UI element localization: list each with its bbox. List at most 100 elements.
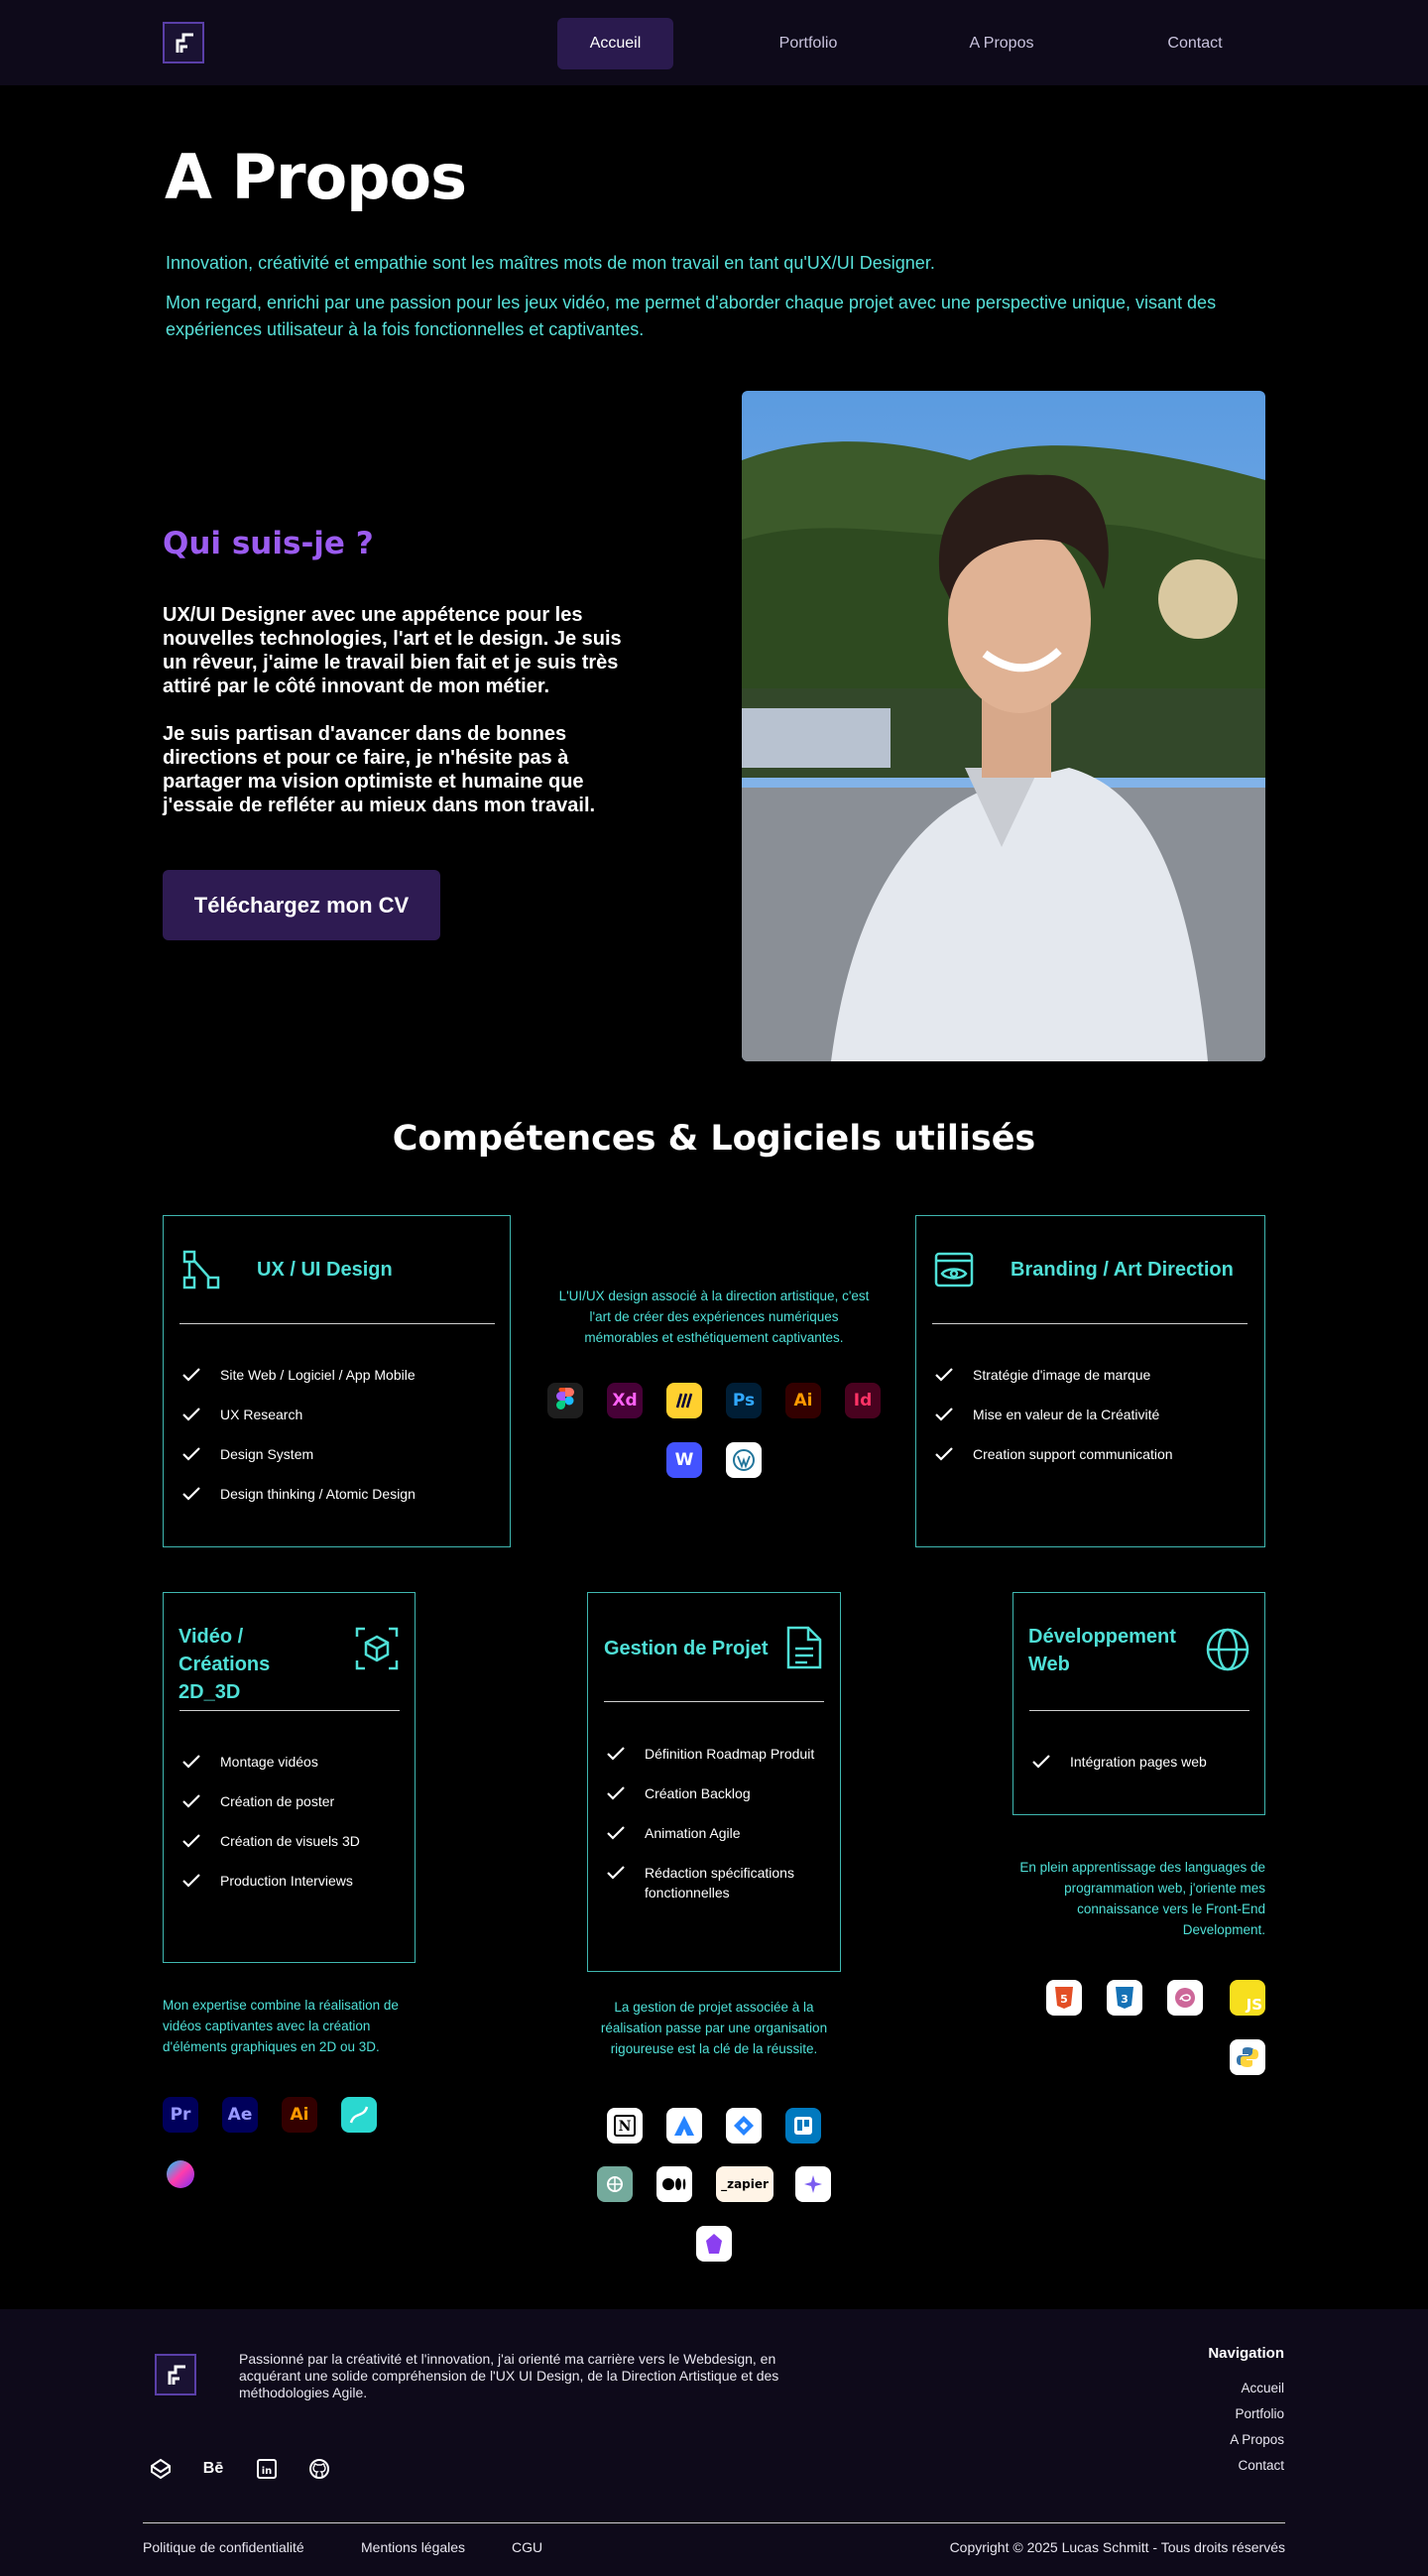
check-icon	[1032, 1755, 1050, 1769]
nav-portfolio[interactable]: Portfolio	[749, 18, 868, 69]
list-item: Mise en valeur de la Créativité	[934, 1405, 1173, 1424]
list-item: Intégration pages web	[1031, 1752, 1207, 1772]
figma-icon	[547, 1383, 583, 1418]
share-nodes-icon	[182, 1250, 220, 1289]
nav-contact[interactable]: Contact	[1135, 18, 1254, 69]
ux-description: L'UI/UX design associé à la direction ar…	[558, 1288, 870, 1345]
list-item: Montage vidéos	[181, 1752, 360, 1772]
list-item: Site Web / Logiciel / App Mobile	[181, 1365, 416, 1385]
list-item: Création de poster	[181, 1791, 360, 1811]
check-icon	[182, 1408, 200, 1421]
codepen-icon[interactable]	[148, 2456, 174, 2482]
eye-window-icon	[934, 1252, 974, 1288]
footer-nav-contact[interactable]: Contact	[1238, 2458, 1284, 2473]
check-icon	[935, 1368, 953, 1382]
about-paragraph-2: Je suis partisan d'avancer dans de bonne…	[163, 723, 596, 816]
footer: Passionné par la créativité et l'innovat…	[0, 2309, 1428, 2576]
atlassian-icon	[666, 2108, 702, 2144]
list-item: Rédaction spécifications fonctionnelles	[606, 1863, 824, 1902]
card-divider	[932, 1323, 1248, 1324]
top-navbar: Accueil Portfolio A Propos Contact	[0, 0, 1428, 85]
adobe-xd-icon: Xd	[607, 1383, 643, 1418]
card-title: Vidéo / Créations 2D_3D	[178, 1626, 271, 1703]
card-divider	[604, 1701, 824, 1702]
legal-link[interactable]: Mentions légales	[361, 2539, 465, 2555]
footer-divider	[143, 2522, 1285, 2523]
svg-text:N: N	[619, 2119, 632, 2135]
project-card: Gestion de Projet Définition Roadmap Pro…	[587, 1592, 841, 1972]
list-item: Création Backlog	[606, 1783, 824, 1803]
spline-icon	[341, 2097, 377, 2133]
3d-cube-icon	[355, 1627, 399, 1670]
branding-skill-list: Stratégie d'image de marque Mise en vale…	[934, 1365, 1173, 1484]
check-icon	[607, 1747, 625, 1761]
footer-nav-a-propos[interactable]: A Propos	[1230, 2432, 1284, 2447]
list-item: UX Research	[181, 1405, 416, 1424]
photoshop-icon: Ps	[726, 1383, 762, 1418]
dev-card: Développement Web Intégration pages web	[1012, 1592, 1265, 1815]
chatgpt-icon	[597, 2166, 633, 2202]
list-item: Design thinking / Atomic Design	[181, 1484, 416, 1504]
footer-nav-portfolio[interactable]: Portfolio	[1235, 2406, 1284, 2421]
jira-icon	[726, 2108, 762, 2144]
cgu-link[interactable]: CGU	[512, 2539, 542, 2555]
check-icon	[182, 1874, 200, 1888]
footer-nav-title: Navigation	[1208, 2345, 1284, 2362]
svg-text:5: 5	[1060, 1993, 1068, 2006]
check-icon	[935, 1408, 953, 1421]
project-skill-list: Définition Roadmap Produit Création Back…	[606, 1744, 824, 1922]
crystal-icon	[696, 2226, 732, 2262]
wordpress-icon	[726, 1442, 762, 1478]
premiere-icon: Pr	[163, 2097, 198, 2133]
zapier-icon: _zapier	[716, 2166, 774, 2202]
trello-icon	[785, 2108, 821, 2144]
card-title: Gestion de Projet	[604, 1638, 769, 1659]
page-title: A Propos	[165, 141, 467, 213]
branding-card: Branding / Art Direction Stratégie d'ima…	[915, 1215, 1265, 1547]
footer-about: Passionné par la créativité et l'innovat…	[239, 2351, 779, 2400]
list-item: Production Interviews	[181, 1871, 360, 1891]
nav-accueil[interactable]: Accueil	[557, 18, 673, 69]
card-title: Branding / Art Direction	[1011, 1259, 1234, 1281]
list-item: Stratégie d'image de marque	[934, 1365, 1173, 1385]
miro-icon	[666, 1383, 702, 1418]
ux-skill-list: Site Web / Logiciel / App Mobile UX Rese…	[181, 1365, 416, 1524]
list-item: Création de visuels 3D	[181, 1831, 360, 1851]
list-item: Définition Roadmap Produit	[606, 1744, 824, 1764]
illustrator-icon: Ai	[785, 1383, 821, 1418]
check-icon	[182, 1794, 200, 1808]
github-icon[interactable]	[306, 2456, 332, 2482]
css3-icon: 3	[1107, 1980, 1142, 2016]
card-divider	[179, 1323, 495, 1324]
linkedin-icon[interactable]: in	[254, 2456, 280, 2482]
footer-logo[interactable]	[155, 2354, 196, 2395]
behance-icon[interactable]: Bē	[200, 2456, 226, 2482]
ux-ui-card: UX / UI Design Site Web / Logiciel / App…	[163, 1215, 511, 1547]
check-icon	[607, 1866, 625, 1880]
list-item: Animation Agile	[606, 1823, 824, 1843]
card-divider	[179, 1710, 400, 1711]
after-effects-icon: Ae	[222, 2097, 258, 2133]
intro-text-1: Innovation, créativité et empathie sont …	[166, 253, 935, 273]
site-logo[interactable]	[163, 22, 204, 63]
globe-icon	[1206, 1628, 1250, 1671]
privacy-link[interactable]: Politique de confidentialité	[143, 2539, 304, 2555]
video-skill-list: Montage vidéos Création de poster Créati…	[181, 1752, 360, 1910]
check-icon	[935, 1447, 953, 1461]
check-icon	[182, 1755, 200, 1769]
list-item: Design System	[181, 1444, 416, 1464]
video-card: Vidéo / Créations 2D_3D Montage vidéos C…	[163, 1592, 416, 1963]
check-icon	[182, 1834, 200, 1848]
javascript-icon: JS	[1230, 1980, 1265, 2016]
download-cv-button[interactable]: Téléchargez mon CV	[163, 870, 440, 940]
nav-a-propos[interactable]: A Propos	[942, 18, 1061, 69]
skills-title: Compétences & Logiciels utilisés	[392, 1119, 1036, 1159]
html5-icon: 5	[1046, 1980, 1082, 2016]
document-icon	[786, 1626, 822, 1669]
dev-description: En plein apprentissage des languages de …	[1019, 1860, 1265, 1937]
sparkle-icon	[795, 2166, 831, 2202]
profile-photo	[742, 391, 1265, 1061]
sass-icon	[1167, 1980, 1203, 2016]
webflow-icon: W	[666, 1442, 702, 1478]
footer-nav-accueil[interactable]: Accueil	[1241, 2381, 1284, 2395]
